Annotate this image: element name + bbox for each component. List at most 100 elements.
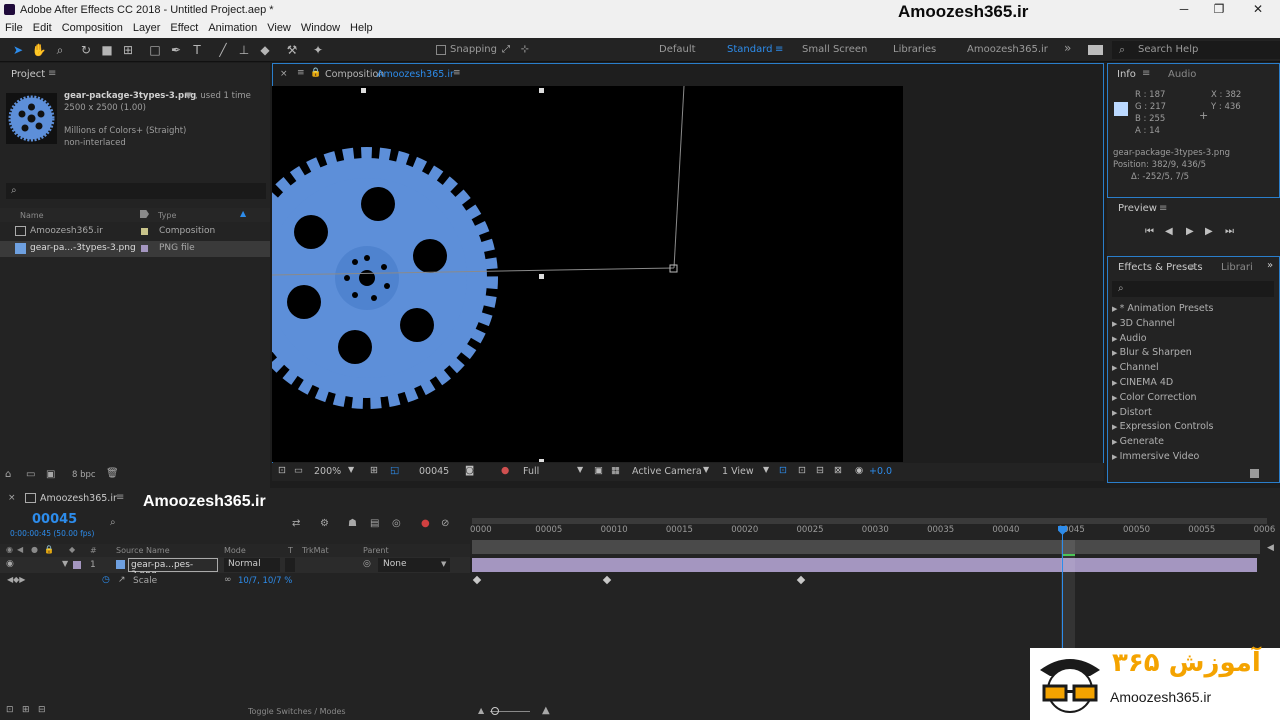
effects-category[interactable]: ▶ CINEMA 4D bbox=[1112, 377, 1173, 388]
timeline-search-icon[interactable]: ⌕ bbox=[110, 517, 116, 528]
comp-tab-menu-icon[interactable]: ≡ bbox=[453, 68, 461, 78]
reset-exposure-icon[interactable]: ◉ bbox=[855, 465, 863, 476]
column-name[interactable]: Name bbox=[20, 211, 44, 220]
interpret-footage-icon[interactable]: ⌂ bbox=[5, 469, 11, 480]
layer-duration-bar[interactable] bbox=[472, 558, 1257, 572]
layer-name[interactable]: gear-pa...pes-3.png bbox=[128, 558, 218, 580]
last-frame-icon[interactable]: ⏭ bbox=[1225, 226, 1234, 237]
menu-composition[interactable]: Composition bbox=[57, 20, 128, 38]
first-frame-icon[interactable]: ⏮ bbox=[1145, 226, 1154, 237]
close-comp-tab-icon[interactable]: × bbox=[280, 69, 288, 79]
resolution-value[interactable]: Full bbox=[523, 466, 539, 477]
motion-blur-icon[interactable]: ◎ bbox=[392, 518, 401, 529]
label-color-swatch[interactable] bbox=[141, 245, 148, 252]
workspace-libraries[interactable]: Libraries bbox=[893, 44, 936, 55]
rectangle-tool-icon[interactable]: □ bbox=[147, 42, 163, 58]
composition-tab-label[interactable]: Composition bbox=[325, 69, 384, 80]
comp-mini-flowchart-icon[interactable]: ⇄ bbox=[292, 518, 300, 529]
more-panels-icon[interactable]: » bbox=[1267, 260, 1273, 271]
effects-menu-icon[interactable]: ≡ bbox=[1188, 262, 1196, 273]
clone-stamp-tool-icon[interactable]: ⊥ bbox=[236, 42, 252, 58]
roto-brush-tool-icon[interactable]: ⚒ bbox=[284, 42, 300, 58]
layer-expand-icon[interactable]: ▼ bbox=[62, 559, 68, 568]
timeline-comp-tab[interactable]: Amoozesh365.ir bbox=[40, 493, 117, 504]
graph-editor-icon[interactable]: ● bbox=[421, 518, 430, 529]
workspace-default[interactable]: Default bbox=[659, 44, 696, 55]
more-workspaces-icon[interactable]: » bbox=[1064, 41, 1071, 55]
pen-tool-icon[interactable]: ✒ bbox=[168, 42, 184, 58]
magnification-dropdown-icon[interactable]: ▼ bbox=[348, 465, 354, 474]
timeline-icon[interactable]: ⊟ bbox=[816, 465, 824, 476]
graph-editor-toggle-icon[interactable]: ⊘ bbox=[441, 518, 449, 529]
camera-dropdown-icon[interactable]: ▼ bbox=[703, 465, 709, 474]
current-time-display[interactable]: 00045 bbox=[32, 512, 77, 527]
zoom-in-icon[interactable]: ▲ bbox=[542, 705, 550, 716]
draft-3d-icon[interactable]: ⚙ bbox=[320, 518, 329, 529]
display-icon[interactable]: ▭ bbox=[294, 465, 303, 476]
in-out-icon[interactable]: ⊟ bbox=[38, 705, 46, 715]
pan-behind-tool-icon[interactable]: ⊞ bbox=[120, 42, 136, 58]
workspace-amoozesh[interactable]: Amoozesh365.ir bbox=[967, 44, 1048, 55]
magnification-value[interactable]: 200% bbox=[314, 466, 341, 477]
layer-parent-select[interactable]: None bbox=[378, 558, 450, 572]
preview-title[interactable]: Preview bbox=[1118, 203, 1157, 214]
effects-category[interactable]: ▶ Immersive Video bbox=[1112, 451, 1199, 462]
zoom-slider-handle[interactable] bbox=[491, 707, 499, 715]
zoom-out-icon[interactable]: ▲ bbox=[478, 706, 484, 715]
expand-triangle-icon[interactable]: ▶ bbox=[1112, 409, 1120, 417]
new-folder-icon[interactable]: ▭ bbox=[26, 469, 35, 480]
new-composition-icon[interactable]: ▣ bbox=[46, 469, 55, 480]
toggle-pixel-aspect-icon[interactable]: ⊡ bbox=[779, 465, 787, 476]
effects-category[interactable]: ▶ Audio bbox=[1112, 333, 1147, 344]
expand-triangle-icon[interactable]: ▶ bbox=[1112, 394, 1120, 402]
comp-range-bar[interactable] bbox=[472, 540, 1260, 554]
menu-effect[interactable]: Effect bbox=[165, 20, 203, 38]
zoom-tool-icon[interactable]: ⌕ bbox=[52, 42, 68, 58]
effects-category[interactable]: ▶ Blur & Sharpen bbox=[1112, 347, 1192, 358]
menu-edit[interactable]: Edit bbox=[28, 20, 57, 38]
maximize-icon[interactable]: ❐ bbox=[1209, 2, 1229, 16]
sort-ascending-icon[interactable]: ▲ bbox=[240, 209, 246, 218]
expand-triangle-icon[interactable]: ▶ bbox=[1112, 438, 1120, 446]
graph-icon[interactable]: ↗ bbox=[118, 575, 126, 585]
t-header[interactable]: T bbox=[288, 546, 293, 555]
close-icon[interactable]: ✕ bbox=[1248, 2, 1268, 16]
mask-visibility-icon[interactable]: ◱ bbox=[390, 465, 399, 476]
eraser-tool-icon[interactable]: ◆ bbox=[257, 42, 273, 58]
always-preview-icon[interactable]: ⊡ bbox=[278, 465, 286, 476]
pickwhip-icon[interactable]: ◎ bbox=[363, 559, 371, 569]
shy-layers-icon[interactable]: ☗ bbox=[348, 518, 357, 529]
preview-menu-icon[interactable]: ≡ bbox=[1159, 203, 1167, 214]
new-bin-icon[interactable] bbox=[1250, 469, 1259, 478]
comp-menu-icon[interactable]: ≡ bbox=[297, 68, 305, 78]
expand-triangle-icon[interactable]: ▶ bbox=[1112, 320, 1120, 328]
fast-previews-icon[interactable]: ⊡ bbox=[798, 465, 806, 476]
constrain-proportions-icon[interactable]: ∞ bbox=[224, 575, 232, 585]
keyframe-nav-left-icon[interactable]: ◀◆▶ bbox=[7, 575, 25, 584]
layer-mode-select[interactable]: Normal bbox=[224, 558, 280, 572]
gear-layer-graphic[interactable] bbox=[272, 86, 903, 462]
selection-tool-icon[interactable]: ➤ bbox=[10, 42, 26, 58]
workspace-small-screen[interactable]: Small Screen bbox=[802, 44, 867, 55]
effects-category[interactable]: ▶ Distort bbox=[1112, 407, 1152, 418]
expand-triangle-icon[interactable]: ▶ bbox=[1112, 453, 1120, 461]
rotate-tool-icon[interactable]: ↻ bbox=[78, 42, 94, 58]
views-dropdown-icon[interactable]: ▼ bbox=[763, 465, 769, 474]
bpc-label[interactable]: 8 bpc bbox=[72, 470, 96, 480]
effects-category[interactable]: ▶ Color Correction bbox=[1112, 392, 1197, 403]
parent-header[interactable]: Parent bbox=[363, 546, 389, 555]
menu-help[interactable]: Help bbox=[345, 20, 378, 38]
effects-category[interactable]: ▶ Expression Controls bbox=[1112, 421, 1214, 432]
snap-grid-icon[interactable]: ⊹ bbox=[517, 42, 533, 58]
preserve-transparency-checkbox[interactable] bbox=[285, 558, 295, 572]
exposure-value[interactable]: +0.0 bbox=[869, 466, 892, 477]
flowchart-icon[interactable]: ⊠ bbox=[834, 465, 842, 476]
delete-icon[interactable]: 🗑 bbox=[106, 468, 119, 479]
lock-switch-icon[interactable]: 🔒 bbox=[44, 545, 54, 554]
workspace-standard[interactable]: Standard bbox=[727, 44, 773, 55]
stopwatch-icon[interactable]: ◷ bbox=[102, 575, 110, 585]
puppet-tool-icon[interactable]: ✦ bbox=[310, 42, 326, 58]
effects-search-input[interactable] bbox=[1112, 281, 1274, 297]
effects-category[interactable]: ▶ Channel bbox=[1112, 362, 1159, 373]
transparency-grid-icon[interactable]: ▦ bbox=[611, 465, 620, 476]
